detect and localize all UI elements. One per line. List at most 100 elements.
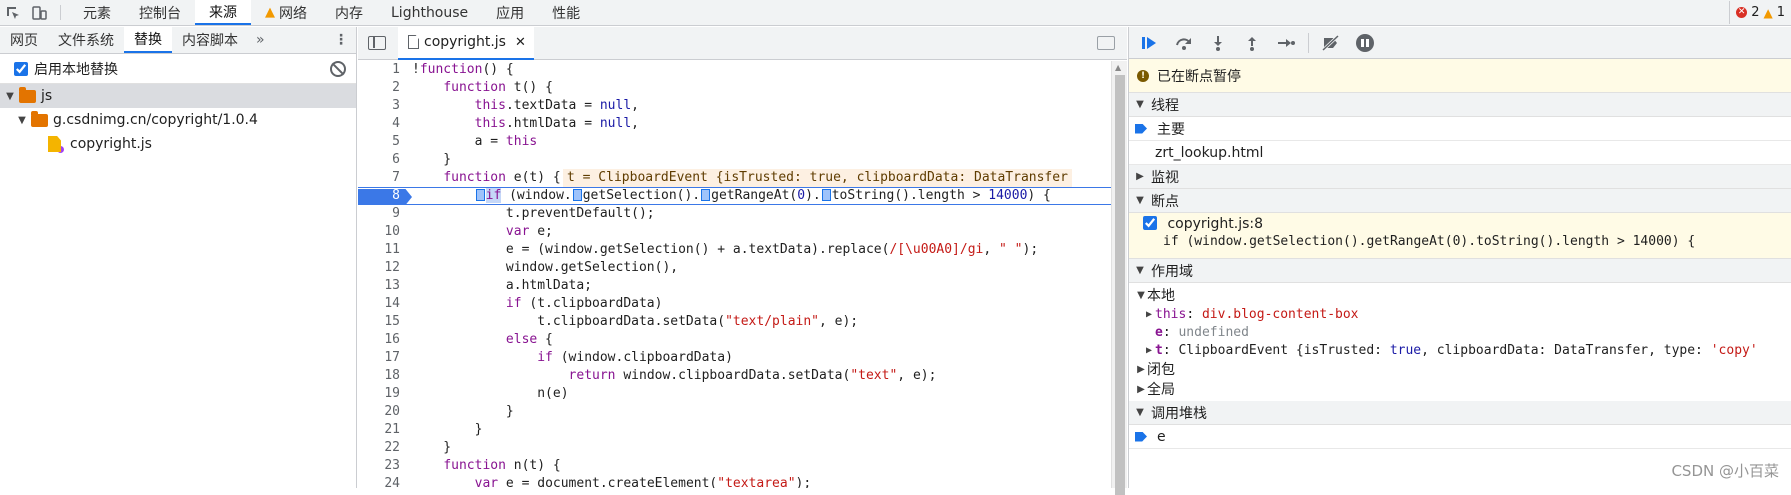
code-line[interactable]: 17 if (window.clipboardData): [358, 349, 1111, 367]
step-over-button[interactable]: [1169, 30, 1199, 56]
line-number[interactable]: 2: [358, 79, 406, 97]
inspect-element-icon[interactable]: [0, 0, 26, 25]
code-line[interactable]: 7 function e(t) {t = ClipboardEvent {isT…: [358, 169, 1111, 187]
line-number[interactable]: 13: [358, 277, 406, 295]
line-number[interactable]: 21: [358, 421, 406, 439]
section-threads[interactable]: ▼ 线程: [1129, 93, 1791, 117]
code-line[interactable]: 3 this.textData = null,: [358, 97, 1111, 115]
tab-content-scripts[interactable]: 内容脚本: [172, 27, 248, 53]
scope-var-t[interactable]: ▶ t: ClipboardEvent {isTrusted: true, cli…: [1129, 341, 1791, 359]
line-number[interactable]: 10: [358, 223, 406, 241]
code-line[interactable]: 5 a = this: [358, 133, 1111, 151]
tab-sources[interactable]: 来源: [195, 0, 251, 25]
line-number[interactable]: 11: [358, 241, 406, 259]
scrollbar-thumb[interactable]: [1115, 75, 1125, 495]
tab-lighthouse[interactable]: Lighthouse: [377, 0, 482, 25]
line-number[interactable]: 6: [358, 151, 406, 169]
scope-var-this[interactable]: ▶ this: div.blog-content-box: [1129, 305, 1791, 323]
line-number[interactable]: 1: [358, 61, 406, 79]
tree-file-copyright[interactable]: copyright.js: [0, 132, 356, 156]
tree-folder-domain[interactable]: ▼ g.csdnimg.cn/copyright/1.0.4: [0, 108, 356, 132]
thread-item-main[interactable]: 主要: [1129, 117, 1791, 141]
section-scope[interactable]: ▼ 作用域: [1129, 259, 1791, 283]
step-button[interactable]: [1271, 30, 1301, 56]
step-out-button[interactable]: [1237, 30, 1267, 56]
tab-memory[interactable]: 内存: [321, 0, 377, 25]
code-line[interactable]: 23 function n(t) {: [358, 457, 1111, 475]
code-line[interactable]: 2 function t() {: [358, 79, 1111, 97]
line-number[interactable]: 5: [358, 133, 406, 151]
code-line[interactable]: 11 e = (window.getSelection() + a.textDa…: [358, 241, 1111, 259]
expand-triangle-icon[interactable]: ▼: [16, 115, 28, 126]
line-number[interactable]: 16: [358, 331, 406, 349]
line-number[interactable]: 12: [358, 259, 406, 277]
line-number[interactable]: 17: [358, 349, 406, 367]
code-line[interactable]: 20 }: [358, 403, 1111, 421]
code-line[interactable]: 19 n(e): [358, 385, 1111, 403]
enable-overrides-checkbox[interactable]: [14, 61, 28, 76]
tab-performance[interactable]: 性能: [538, 0, 594, 25]
code-line[interactable]: 1 !function() {: [358, 61, 1111, 79]
code-line[interactable]: 10 var e;: [358, 223, 1111, 241]
tab-network[interactable]: ▲ 网络: [251, 0, 321, 25]
line-number[interactable]: 20: [358, 403, 406, 421]
deactivate-breakpoints-button[interactable]: [1316, 30, 1346, 56]
editor-tab-copyright[interactable]: copyright.js ✕: [398, 26, 534, 60]
pause-on-exceptions-button[interactable]: [1350, 30, 1380, 56]
line-number[interactable]: 19: [358, 385, 406, 403]
more-options-icon[interactable]: ⋮: [326, 27, 356, 53]
expand-triangle-icon[interactable]: ▼: [4, 91, 16, 102]
scope-global[interactable]: ▶ 全局: [1129, 379, 1791, 399]
tab-overrides[interactable]: 替换: [124, 27, 172, 53]
line-number[interactable]: 3: [358, 97, 406, 115]
tree-folder-js[interactable]: ▼ js: [0, 84, 356, 108]
tab-page[interactable]: 网页: [0, 27, 48, 53]
tab-filesystem[interactable]: 文件系统: [48, 27, 124, 53]
tab-application[interactable]: 应用: [482, 0, 538, 25]
line-number[interactable]: 23: [358, 457, 406, 475]
code-line[interactable]: 24 var e = document.createElement("texta…: [358, 475, 1111, 488]
line-number[interactable]: 9: [358, 205, 406, 223]
toggle-debugger-icon[interactable]: [1097, 36, 1115, 50]
device-toolbar-icon[interactable]: [26, 0, 52, 25]
line-number[interactable]: 14: [358, 295, 406, 313]
code-line[interactable]: 21 }: [358, 421, 1111, 439]
line-number[interactable]: 18: [358, 367, 406, 385]
toggle-navigator-icon[interactable]: [368, 36, 386, 50]
code-line[interactable]: 16 else {: [358, 331, 1111, 349]
close-icon[interactable]: ✕: [515, 35, 526, 50]
step-into-button[interactable]: [1203, 30, 1233, 56]
thread-item-zrt[interactable]: zrt_lookup.html: [1129, 141, 1791, 165]
code-line[interactable]: 4 this.htmlData = null,: [358, 115, 1111, 133]
section-watch[interactable]: ▶ 监视: [1129, 165, 1791, 189]
scroll-up-icon[interactable]: ▲: [1115, 63, 1121, 72]
code-line[interactable]: 6 }: [358, 151, 1111, 169]
more-tabs-icon[interactable]: »: [248, 27, 273, 53]
line-number[interactable]: 22: [358, 439, 406, 457]
code-line[interactable]: 22 }: [358, 439, 1111, 457]
line-number[interactable]: 24: [358, 475, 406, 488]
tab-elements[interactable]: 元素: [69, 0, 125, 25]
code-line[interactable]: 14 if (t.clipboardData): [358, 295, 1111, 313]
code-view[interactable]: 1 !function() {2 function t() {3 this.tex…: [358, 61, 1111, 488]
code-line[interactable]: 8 if (window. getSelection(). getRangeAt(0…: [358, 187, 1111, 205]
section-callstack[interactable]: ▼ 调用堆栈: [1129, 401, 1791, 425]
breakpoint-item[interactable]: copyright.js:8 if (window.getSelection()…: [1129, 213, 1791, 259]
clear-overrides-icon[interactable]: [330, 60, 346, 77]
section-breakpoints[interactable]: ▼ 断点: [1129, 189, 1791, 213]
resume-button[interactable]: [1135, 30, 1165, 56]
line-number[interactable]: 8: [358, 188, 406, 204]
callstack-frame[interactable]: e: [1129, 425, 1791, 449]
scope-closure[interactable]: ▶ 闭包: [1129, 359, 1791, 379]
issues-counter[interactable]: ✕ 2 ▲ 1: [1729, 1, 1791, 24]
line-number[interactable]: 7: [358, 169, 406, 187]
code-line[interactable]: 9 t.preventDefault();: [358, 205, 1111, 223]
code-line[interactable]: 12 window.getSelection(),: [358, 259, 1111, 277]
tab-console[interactable]: 控制台: [125, 0, 195, 25]
vertical-scrollbar[interactable]: ▲: [1111, 61, 1127, 495]
line-number[interactable]: 15: [358, 313, 406, 331]
code-line[interactable]: 15 t.clipboardData.setData("text/plain",…: [358, 313, 1111, 331]
code-line[interactable]: 18 return window.clipboardData.setData("…: [358, 367, 1111, 385]
code-line[interactable]: 13 a.htmlData;: [358, 277, 1111, 295]
scope-var-e[interactable]: e: undefined: [1129, 323, 1791, 341]
